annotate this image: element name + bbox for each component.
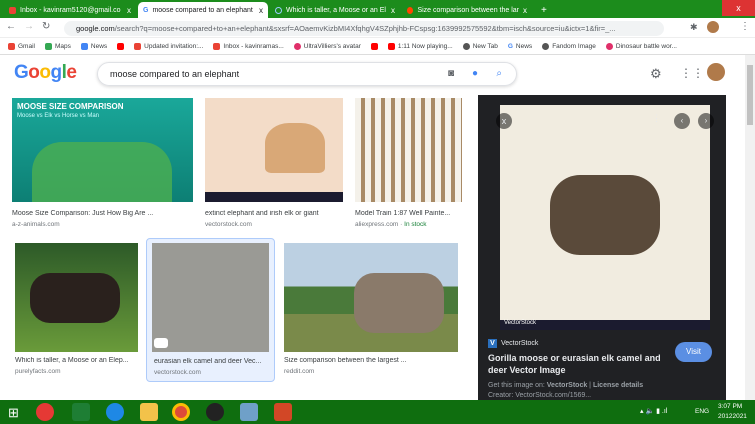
close-tab-icon[interactable]: x: [523, 6, 527, 15]
bookmark-dinosaur[interactable]: Dinosaur battle wor...: [605, 42, 677, 50]
vectorstock-icon: V: [488, 339, 497, 348]
bookmark-news-2[interactable]: G News: [508, 43, 532, 50]
scrollbar[interactable]: [745, 55, 755, 400]
bookmark-maps[interactable]: Maps: [44, 42, 71, 50]
powerpoint-icon[interactable]: [274, 403, 292, 421]
close-tab-icon[interactable]: x: [259, 6, 263, 15]
window-close-button[interactable]: x: [722, 0, 755, 16]
forward-icon[interactable]: →: [24, 21, 34, 32]
result-card[interactable]: Which is taller, a Moose or an Elep... p…: [15, 243, 138, 378]
menu-icon[interactable]: ⋮: [740, 21, 750, 32]
prev-icon[interactable]: ‹: [674, 113, 690, 129]
more-icon[interactable]: ⋮: [652, 113, 661, 124]
tab-purelyfacts[interactable]: Which is taller, a Moose or an El x: [270, 2, 400, 18]
reload-icon[interactable]: ↻: [42, 21, 50, 32]
result-image[interactable]: [15, 243, 138, 352]
monitor-app-icon[interactable]: [240, 403, 258, 421]
profile-avatar[interactable]: [707, 21, 719, 33]
bookmark-now-playing[interactable]: 1:11 Now playing...: [387, 42, 453, 50]
apps-icon[interactable]: ⋮⋮: [680, 66, 704, 80]
bookmark-youtube-2[interactable]: [370, 42, 378, 50]
penguin-app-icon[interactable]: [206, 403, 224, 421]
google-icon: G: [143, 6, 149, 14]
result-card[interactable]: extinct elephant and irish elk or giant …: [205, 98, 343, 233]
excel-icon[interactable]: [72, 403, 90, 421]
result-image[interactable]: [355, 98, 462, 202]
bookmark-avatar[interactable]: UltraVilliers's avatar: [293, 42, 361, 50]
start-icon[interactable]: ⊞: [8, 405, 19, 421]
tray-icons[interactable]: ▴ 🔈 ▮ .ıl: [640, 407, 667, 415]
new-tab-button[interactable]: +: [536, 2, 552, 18]
preview-title[interactable]: Gorilla moose or eurasian elk camel and …: [488, 352, 663, 376]
preview-image[interactable]: VectorStock: [500, 105, 710, 330]
bookmarks-bar: Gmail Maps News Updated invitation:... I…: [0, 38, 755, 55]
source-site[interactable]: V VectorStock: [488, 339, 538, 348]
close-tab-icon[interactable]: x: [391, 6, 395, 15]
result-image[interactable]: MOOSE SIZE COMPARISON Moose vs Elk vs Ho…: [12, 98, 193, 202]
account-avatar[interactable]: [707, 63, 725, 81]
explorer-icon[interactable]: [140, 403, 158, 421]
google-logo[interactable]: Google: [14, 62, 77, 84]
result-card[interactable]: MOOSE SIZE COMPARISON Moose vs Elk vs Ho…: [12, 98, 193, 233]
extensions-icon[interactable]: ✱: [690, 22, 698, 33]
result-image[interactable]: [284, 243, 458, 352]
chrome-icon[interactable]: [172, 403, 190, 421]
address-bar[interactable]: google.com/search?q=moose+compared+to+an…: [64, 21, 664, 36]
bookmark-youtube[interactable]: [117, 42, 125, 50]
settings-icon[interactable]: ⚙: [650, 66, 662, 82]
tab-reddit[interactable]: Size comparison between the lar x: [402, 2, 532, 18]
next-icon[interactable]: ›: [698, 113, 714, 129]
camera-icon[interactable]: ◙: [448, 63, 454, 85]
close-icon[interactable]: x: [496, 113, 512, 129]
mic-icon[interactable]: ●: [472, 63, 478, 85]
ie-icon[interactable]: [106, 403, 124, 421]
loading-icon: [275, 6, 282, 14]
image-preview-panel: VectorStock x ⋮ ‹ › V VectorStock Gorilla…: [478, 95, 726, 406]
search-icon[interactable]: ⌕: [496, 63, 502, 85]
bookmark-invitation[interactable]: Updated invitation:...: [134, 42, 203, 50]
visit-button[interactable]: Visit: [675, 342, 712, 362]
reddit-icon: [407, 6, 414, 14]
taskbar: ⊞ ▴ 🔈 ▮ .ıl ENG 3:07 PM 20122021: [0, 400, 755, 424]
result-card[interactable]: Size comparison between the largest ... …: [284, 243, 458, 378]
bookmark-fandom[interactable]: Fandom Image: [542, 42, 596, 50]
cloud-app-icon[interactable]: [36, 403, 54, 421]
tab-gmail[interactable]: Inbox - kavinram5120@gmail.co x: [4, 2, 136, 18]
bookmark-news[interactable]: News: [80, 42, 107, 50]
search-input[interactable]: moose compared to an elephant ◙ ● ⌕: [97, 62, 517, 86]
result-card[interactable]: Model Train 1:87 Well Painte... aliexpre…: [355, 98, 462, 233]
bookmark-inbox[interactable]: Inbox - kavinramas...: [213, 42, 284, 50]
close-tab-icon[interactable]: x: [127, 6, 131, 15]
result-card-selected[interactable]: eurasian elk camel and deer Vec... vecto…: [146, 238, 275, 382]
bookmark-gmail[interactable]: Gmail: [8, 42, 35, 50]
bookmark-new-tab[interactable]: New Tab: [462, 42, 498, 50]
result-image[interactable]: [205, 98, 343, 202]
back-icon[interactable]: ←: [6, 21, 16, 32]
result-image[interactable]: [152, 243, 269, 352]
tab-bar: Inbox - kavinram5120@gmail.co x Gmoose co…: [0, 0, 755, 18]
tab-google[interactable]: Gmoose compared to an elephant x: [138, 2, 268, 18]
gmail-icon: [9, 6, 16, 14]
